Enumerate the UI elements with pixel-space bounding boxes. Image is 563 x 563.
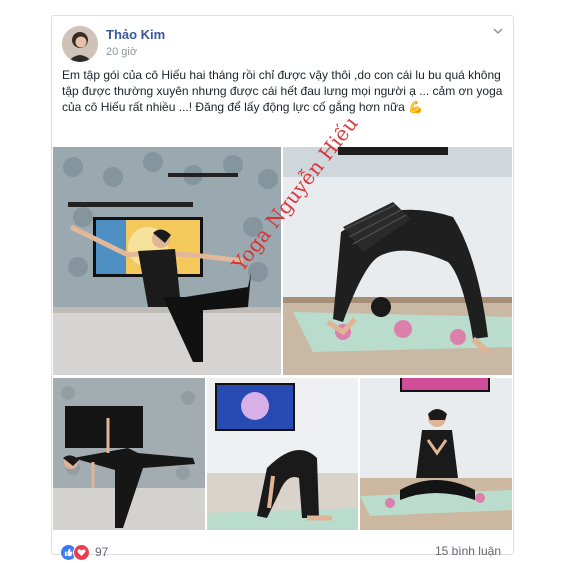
love-icon (73, 543, 90, 561)
photo-half-moon-pose[interactable] (53, 378, 205, 530)
post-text: Em tập gói của cô Hiếu hai tháng rồi chỉ… (62, 68, 503, 114)
chevron-down-icon[interactable] (493, 26, 503, 38)
photo-seated-pose[interactable] (360, 378, 512, 530)
photo-camel-pose[interactable] (207, 378, 358, 530)
reaction-count: 97 (95, 545, 109, 559)
author-name[interactable]: Thảo Kim (106, 27, 165, 42)
post-time[interactable]: 20 giờ (106, 46, 137, 58)
avatar[interactable] (62, 26, 98, 62)
comments-count[interactable]: 15 bình luận (435, 544, 501, 558)
post-card: Thảo Kim 20 giờ Em tập gói của cô Hiếu h… (51, 15, 514, 561)
reactions-summary[interactable]: 97 (60, 543, 108, 561)
